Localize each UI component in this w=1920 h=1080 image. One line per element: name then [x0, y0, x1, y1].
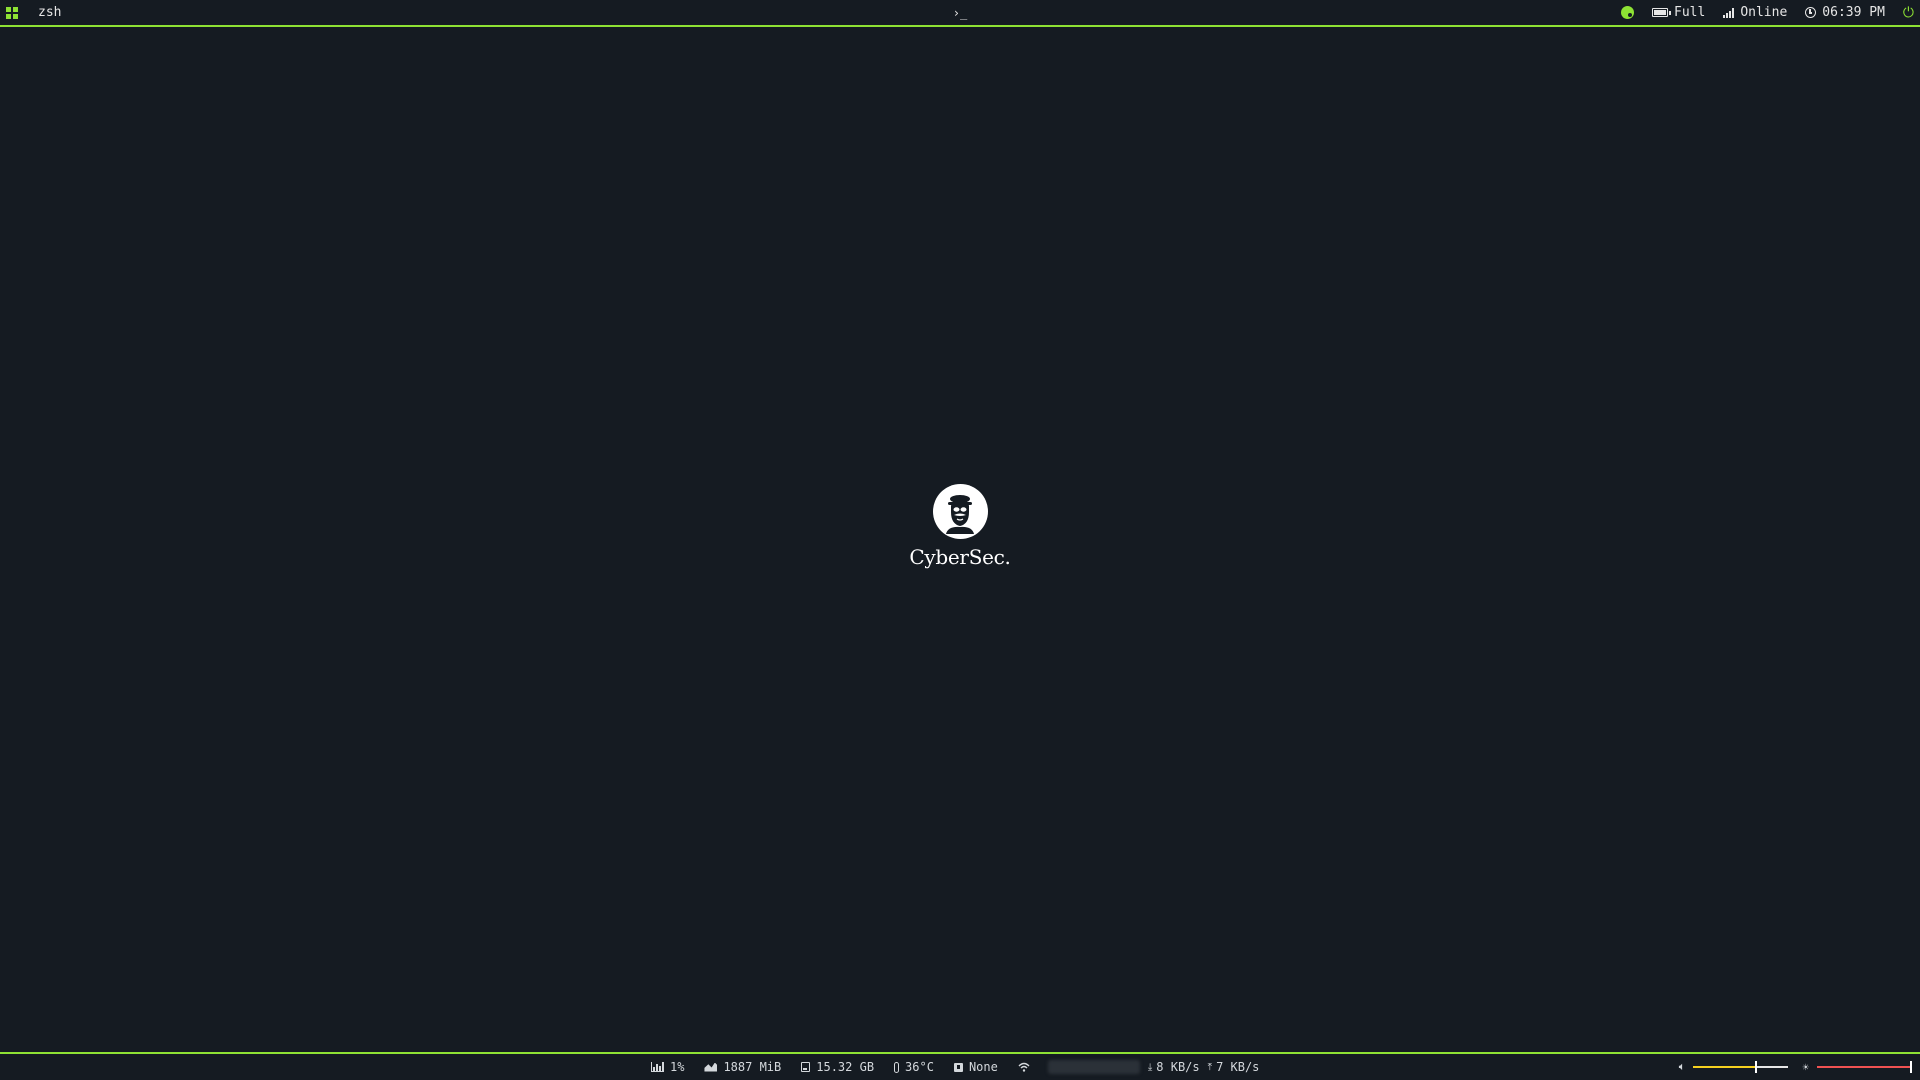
- volume-track[interactable]: [1693, 1061, 1789, 1073]
- brightness-handle[interactable]: [1910, 1061, 1912, 1073]
- thermometer-icon: [894, 1061, 900, 1073]
- brightness-track[interactable]: [1817, 1061, 1912, 1073]
- disk-value: 15.32 GB: [816, 1060, 875, 1074]
- battery-icon: [1652, 8, 1672, 17]
- device-icon: [953, 1062, 963, 1072]
- bluetooth-status[interactable]: None: [953, 1060, 998, 1074]
- download-arrow-icon: ⤓: [1147, 1061, 1153, 1073]
- brightness-icon: ☀︎: [1802, 1060, 1809, 1074]
- battery-label: Full: [1674, 5, 1706, 20]
- cpu-usage[interactable]: 1%: [651, 1060, 684, 1074]
- clock-label: 06:39 PM: [1822, 5, 1885, 20]
- clock[interactable]: 06:39 PM: [1805, 5, 1885, 20]
- hacker-mask-icon: [932, 484, 988, 539]
- top-bar-right: Full Online 06:39 PM ⏻: [1603, 0, 1914, 25]
- terminal-icon[interactable]: ›_: [953, 6, 967, 20]
- top-bar: zsh ›_ Full Online 06:39 PM ⏻: [0, 0, 1920, 27]
- network-label: Online: [1740, 5, 1788, 20]
- palette-button[interactable]: [1621, 6, 1635, 19]
- network-traffic: ⤓ 8 KB/s ⤒ 7 KB/s: [1148, 1060, 1260, 1074]
- memory-value: 1887 MiB: [723, 1060, 782, 1074]
- wifi-icon: [1018, 1062, 1030, 1072]
- volume-handle[interactable]: [1755, 1061, 1758, 1073]
- bluetooth-value: None: [968, 1060, 998, 1074]
- temperature[interactable]: 36°C: [894, 1060, 934, 1074]
- logo-text: CyberSec.: [909, 545, 1011, 569]
- signal-icon: [1723, 7, 1735, 18]
- area-chart-icon: [704, 1062, 718, 1072]
- temperature-value: 36°C: [905, 1060, 934, 1074]
- brightness-slider[interactable]: ☀︎: [1802, 1061, 1912, 1074]
- desktop-logo: CyberSec.: [0, 484, 1920, 569]
- wifi-status[interactable]: [1018, 1062, 1036, 1072]
- system-stats: 1% 1887 MiB 15.32 GB 36°C None ⤓ 8 KB/s …: [651, 1054, 1259, 1080]
- bottom-bar-sliders: 🔈︎ ☀︎: [1665, 1054, 1912, 1080]
- wifi-ssid-redacted: [1047, 1060, 1140, 1074]
- disk-usage[interactable]: 15.32 GB: [801, 1060, 874, 1074]
- cpu-value: 1%: [670, 1060, 685, 1074]
- top-bar-left: zsh: [0, 5, 61, 20]
- chart-icon: [651, 1062, 664, 1072]
- disk-icon: [801, 1062, 811, 1072]
- volume-slider[interactable]: 🔈︎: [1679, 1060, 1789, 1074]
- app-grid-icon[interactable]: [6, 6, 18, 19]
- network-status[interactable]: Online: [1723, 5, 1787, 20]
- upload-value: 7 KB/s: [1216, 1060, 1260, 1074]
- power-icon[interactable]: ⏻: [1903, 6, 1914, 20]
- battery-status[interactable]: Full: [1652, 5, 1705, 20]
- upload-arrow-icon: ⤒: [1207, 1061, 1213, 1073]
- palette-icon: [1621, 6, 1635, 19]
- clock-icon: [1805, 7, 1817, 18]
- bottom-bar: 1% 1887 MiB 15.32 GB 36°C None ⤓ 8 KB/s …: [0, 1052, 1920, 1080]
- window-title: zsh: [38, 5, 62, 20]
- download-value: 8 KB/s: [1156, 1060, 1200, 1074]
- volume-icon: 🔈︎: [1678, 1060, 1686, 1073]
- memory-usage[interactable]: 1887 MiB: [704, 1060, 781, 1074]
